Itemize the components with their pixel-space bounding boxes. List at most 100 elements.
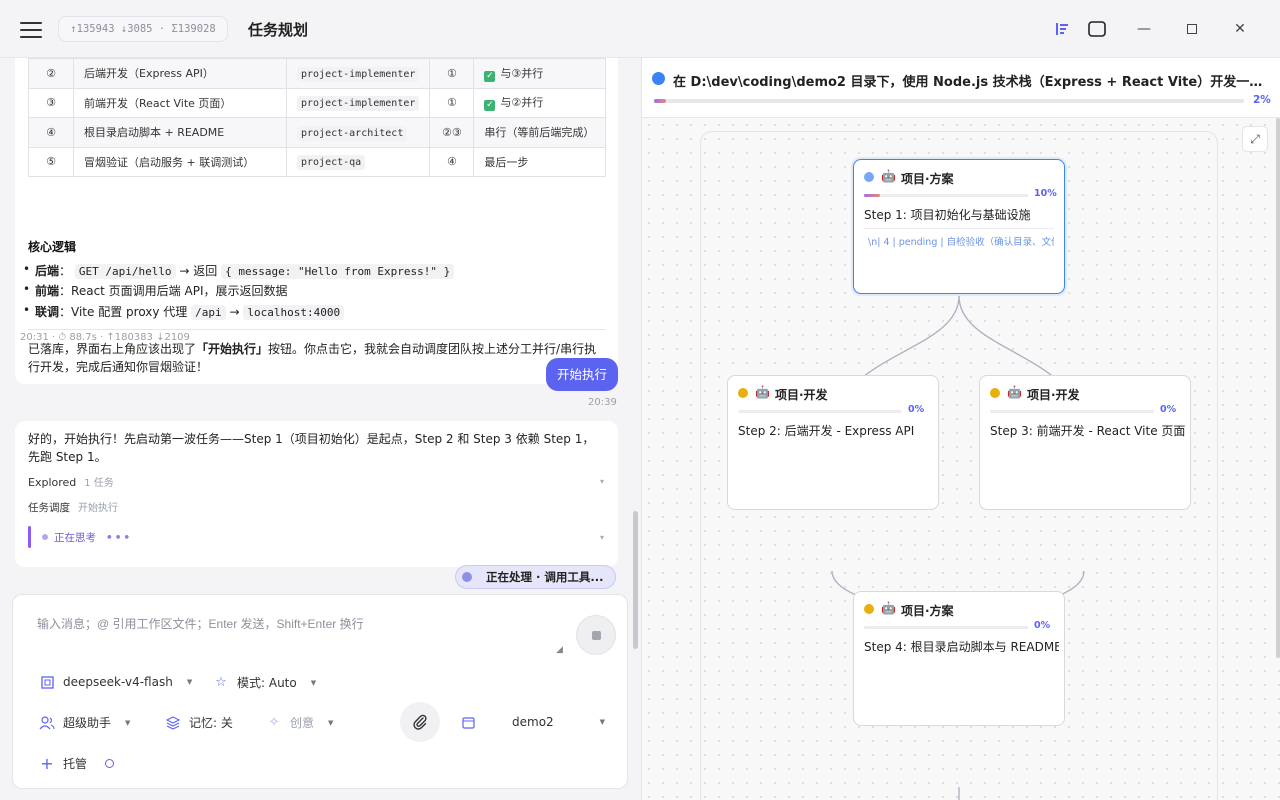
users-icon: [39, 715, 55, 731]
flow-node-step-1[interactable]: 🤖 项目·方案 10% Step 1: 项目初始化与基础设施 \n| 4 | pendi…: [853, 159, 1065, 294]
done-text: 已落库，界面右上角应该出现了「开始执行」按钮。你点击它，我就会自动调度团队按上述…: [28, 342, 597, 374]
attach-button[interactable]: [400, 702, 440, 742]
node-progress-label: 0%: [1034, 620, 1051, 631]
dependency-cell: ①: [429, 87, 475, 118]
node-progress-label: 0%: [908, 404, 925, 415]
table-row: ③ 前端开发（React Vite 页面） project-implementer ①…: [28, 87, 606, 118]
thinking-indicator-bar: [28, 526, 31, 548]
node-role: 项目·方案: [901, 172, 954, 186]
task-title: 在 D:\dev\coding\demo2 目录下，使用 Node.js 技术栈…: [673, 75, 1263, 90]
mode-cell: ✓ 与③并行: [473, 58, 606, 89]
message-meta: 20:31 · ⏱ 88.7s · ↑180383 ↓2109: [20, 332, 190, 343]
resize-grip-icon[interactable]: ◢: [556, 645, 566, 655]
creative-select[interactable]: ✧ 创意 ▼: [266, 714, 334, 731]
node-title: Step 2: 后端开发 - Express API: [738, 424, 915, 438]
assistant-reply: 好的，开始执行！先启动第一波任务——Step 1（项目初始化）是起点，Step …: [15, 421, 618, 567]
robot-icon: 🤖: [755, 385, 770, 399]
check-icon: ✓: [484, 100, 496, 112]
row-number: ②: [28, 58, 74, 89]
agent-cell: project-implementer: [285, 87, 431, 118]
chat-scroll-area[interactable]: ② 后端开发（Express API） project-implementer ① ✓ 与…: [0, 58, 632, 578]
mode-select[interactable]: ☆ 模式: Auto ▼: [213, 674, 316, 691]
toggle-circle[interactable]: [105, 759, 115, 768]
table-row: ② 后端开发（Express API） project-implementer ① ✓ 与…: [28, 58, 606, 89]
flow-node-step-2[interactable]: 🤖 项目·开发 0% Step 2: 后端开发 - Express API: [727, 375, 939, 510]
flow-node-step-4[interactable]: 🤖 项目·方案 0% Step 4: 根目录启动脚本与 README: [853, 591, 1065, 726]
token-stats: ↑135943 ↓3085 · Σ139028: [58, 16, 228, 42]
flow-node-step-3[interactable]: 🤖 项目·开发 0% Step 3: 前端开发 - React Vite 页面: [979, 375, 1191, 510]
node-role: 项目·开发: [1027, 388, 1080, 402]
check-icon: ✓: [484, 70, 496, 82]
sparkle-icon: ✧: [268, 715, 280, 730]
divider: [864, 228, 1054, 229]
user-message-time: 20:39: [588, 397, 617, 408]
dependency-cell: ②③: [429, 117, 475, 148]
core-logic-title: 核心逻辑: [28, 240, 77, 254]
task-status-dot: [652, 72, 665, 85]
model-select[interactable]: deepseek-v4-flash ▼: [39, 674, 192, 690]
explored-row[interactable]: Explored 1 任务: [28, 474, 114, 489]
row-number: ⑤: [28, 146, 74, 177]
task-cell: 前端开发（React Vite 页面）: [73, 87, 287, 118]
dependency-cell: ①: [429, 58, 475, 89]
mode-cell: ✓ 与②并行: [473, 87, 606, 118]
robot-icon: 🤖: [881, 601, 896, 615]
mode-cell: 最后一步: [473, 146, 606, 177]
node-role: 项目·开发: [775, 388, 828, 402]
task-progress-bar: [654, 99, 1244, 103]
robot-icon: 🤖: [881, 169, 896, 183]
message-input[interactable]: [37, 615, 565, 655]
canvas-scrollbar[interactable]: [1276, 118, 1280, 658]
chevron-down-icon[interactable]: ▾: [600, 477, 604, 486]
agent-cell: project-implementer: [285, 58, 431, 89]
row-number: ④: [28, 117, 74, 148]
table-row: ④ 根目录启动脚本 + README project-architect ②③ 串行（等…: [28, 117, 606, 148]
memory-toggle[interactable]: 记忆: 关: [165, 714, 233, 731]
task-panel: 在 D:\dev\coding\demo2 目录下，使用 Node.js 技术栈…: [641, 58, 1280, 800]
node-status-dot: [864, 172, 874, 182]
agent-cell: project-qa: [285, 146, 431, 177]
node-status-dot: [738, 388, 748, 398]
node-progress-bar: [738, 410, 902, 413]
paperclip-icon: [413, 714, 427, 730]
close-icon[interactable]: ✕: [1230, 19, 1250, 39]
node-progress-bar: [864, 626, 1028, 629]
title-bar: ↑135943 ↓3085 · Σ139028 任务规划 — ✕: [0, 0, 1280, 58]
thinking-status: 正在思考 •••: [42, 530, 132, 545]
mode-cell: 串行（等前后端完成）: [473, 117, 606, 148]
maximize-icon[interactable]: [1182, 19, 1202, 39]
assistant-select[interactable]: 超级助手 ▼: [39, 714, 130, 731]
folder-icon: [460, 714, 476, 730]
page-title: 任务规划: [248, 21, 309, 39]
node-status-dot: [864, 604, 874, 614]
node-note: \n| 4 | pending | 自检验收（确认目录、文件完整）: [868, 237, 1054, 248]
star-icon: ☆: [215, 675, 227, 690]
robot-icon: 🤖: [1007, 385, 1022, 399]
plan-table: ② 后端开发（Express API） project-implementer ① ✓ 与…: [28, 58, 606, 177]
flow-view-icon[interactable]: [1049, 16, 1075, 42]
stop-button[interactable]: [576, 615, 616, 655]
user-message-bubble: 开始执行: [546, 358, 618, 391]
task-progress-label: 2%: [1253, 94, 1271, 106]
node-title: Step 3: 前端开发 - React Vite 页面: [990, 424, 1185, 438]
node-role: 项目·方案: [901, 604, 954, 618]
flow-canvas[interactable]: ⤢ 🤖 项目·方案 10% Step 1: 项目初始化与基础设施 \n| 4 | pen…: [642, 118, 1280, 800]
reply-text: 好的，开始执行！先启动第一波任务——Step 1（项目初始化）是起点，Step …: [28, 432, 595, 464]
node-progress-bar: [990, 410, 1154, 413]
minimize-icon[interactable]: —: [1134, 19, 1154, 39]
node-progress-label: 10%: [1034, 188, 1057, 199]
chat-panel: ② 后端开发（Express API） project-implementer ① ✓ 与…: [0, 58, 640, 800]
node-title: Step 1: 项目初始化与基础设施: [864, 208, 1031, 222]
panel-toggle-icon[interactable]: [1084, 16, 1110, 42]
chevron-down-icon[interactable]: ▾: [600, 533, 604, 542]
menu-icon[interactable]: [20, 19, 42, 39]
dependency-cell: ④: [429, 146, 475, 177]
scrollbar[interactable]: [633, 511, 638, 649]
agent-cell: project-architect: [285, 117, 431, 148]
model-icon: [39, 674, 55, 690]
managed-toggle[interactable]: + 托管: [39, 754, 115, 773]
dispatch-row[interactable]: 任务调度 开始执行: [28, 499, 118, 515]
workspace-select[interactable]: demo2 ▼: [460, 714, 605, 730]
task-cell: 冒烟验证（启动服务 + 联调测试）: [73, 146, 287, 177]
task-header: 在 D:\dev\coding\demo2 目录下，使用 Node.js 技术栈…: [642, 58, 1280, 118]
